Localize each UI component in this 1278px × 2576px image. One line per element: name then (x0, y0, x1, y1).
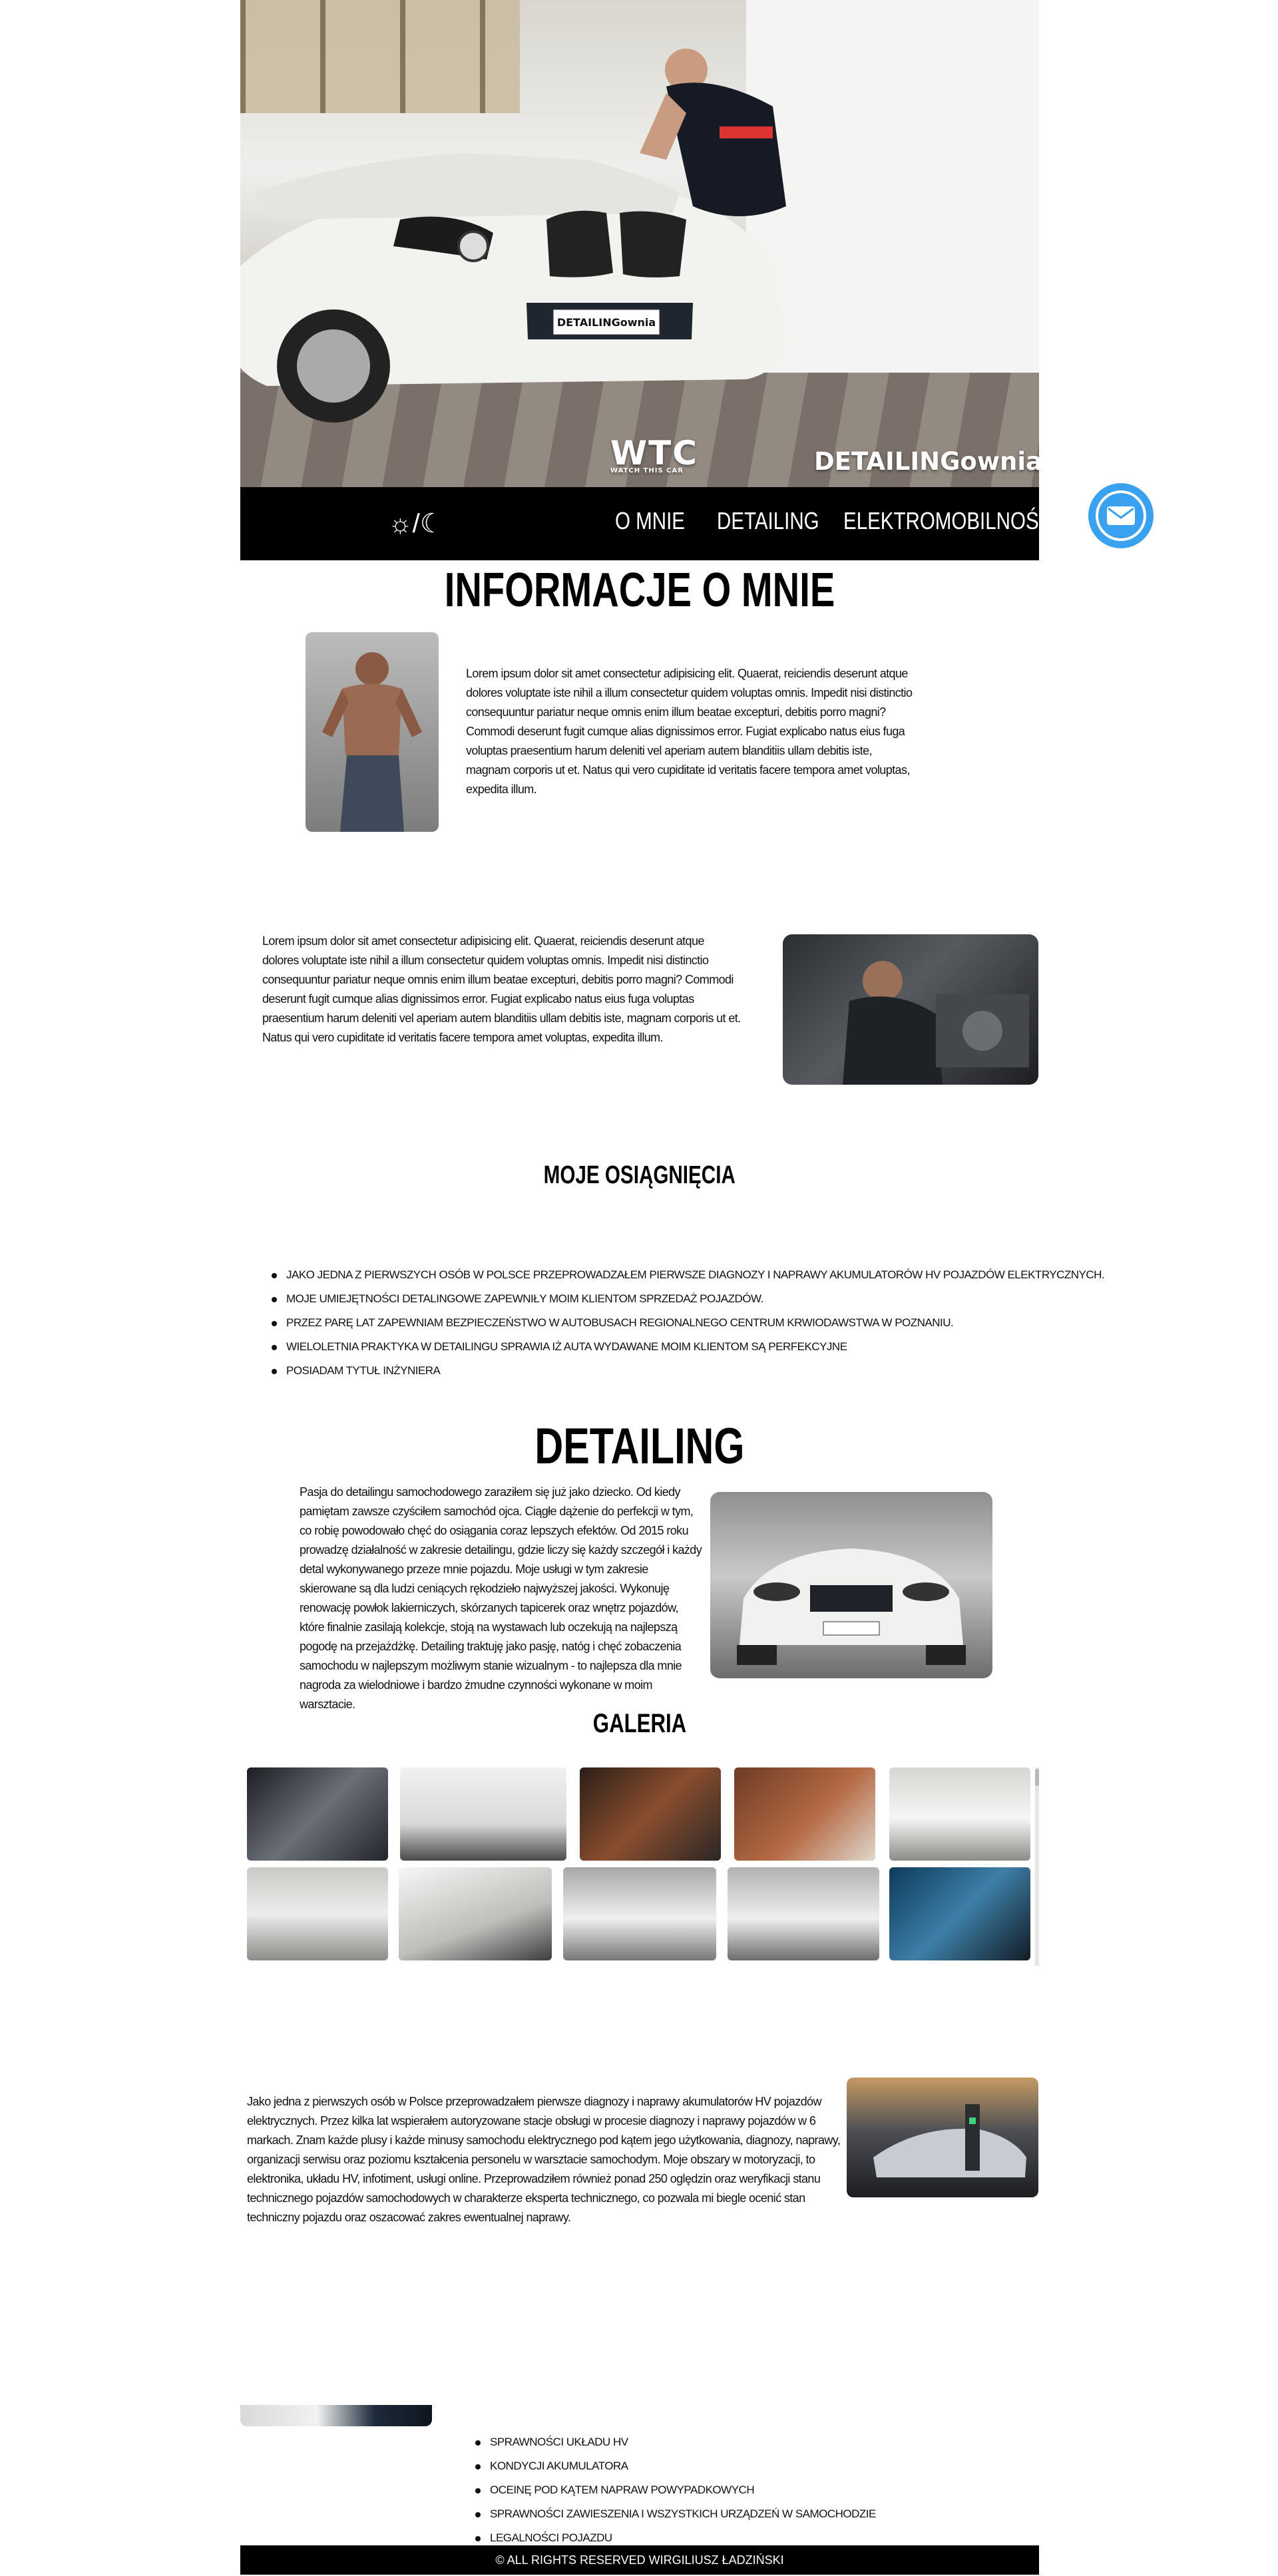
achievements-list: Jako jedna z pierwszych osób w Polsce pr… (266, 1263, 1105, 1383)
achievements-title: MOJE OSIĄGNIĘCIA (543, 1161, 736, 1189)
gallery-image[interactable] (247, 1767, 388, 1861)
gallery-grid[interactable] (240, 1767, 1039, 1966)
detailing-car (737, 1549, 966, 1665)
navbar: ☼/☾ O MNIE DETAILING ELEKTROMOBILNOŚĆ (240, 487, 1053, 560)
gallery-image[interactable] (399, 1867, 552, 1960)
hero-window (240, 0, 520, 113)
achievement-item: Posiadam tytuł inżyniera (266, 1359, 1104, 1383)
plate-text: DETAILINGownia (557, 316, 656, 329)
mail-button[interactable] (1088, 483, 1154, 548)
ev-car (873, 2104, 1026, 2177)
nav-link-elektromobilnosc[interactable]: ELEKTROMOBILNOŚĆ (843, 507, 1053, 535)
gallery-image[interactable] (580, 1767, 721, 1861)
footer: © ALL RIGHTS RESERVED WIRGILIUSZ ŁADZIŃS… (240, 2545, 1039, 2575)
theme-toggle-icon[interactable]: ☼/☾ (388, 508, 444, 539)
wtc-logo: WTC WATCH THIS CAR (610, 434, 698, 474)
detailingownia-logo: DETAILINGownia (814, 447, 1039, 476)
portrait-figure (322, 652, 422, 832)
gallery-image[interactable] (563, 1867, 716, 1960)
vehicle-check-list: Sprawności układu HV Kondycji akumulator… (470, 2430, 876, 2550)
check-item: Sprawności układu HV (470, 2430, 876, 2454)
check-item: Oceinę pod kątem napraw powypadkowych (470, 2478, 876, 2502)
achievement-item: Moje umiejętności detalingowe zapewniły … (266, 1287, 1104, 1311)
check-item: Kondycji akumulatora (470, 2454, 876, 2478)
detailing-title: DETAILING (534, 1418, 745, 1475)
envelope-icon (1096, 490, 1146, 541)
check-item: Sprawności zawieszenia i wszystkich urzą… (470, 2502, 876, 2526)
gallery-image[interactable] (400, 1767, 566, 1861)
detailing-paragraph: Pasja do detailingu samochodowego zarazi… (300, 1485, 702, 1711)
gallery-image[interactable] (728, 1867, 879, 1960)
about-paragraph-2: Lorem ipsum dolor sit amet consectetur a… (262, 934, 741, 1044)
bottom-cropped-photo (240, 2405, 432, 2426)
footer-text: © ALL RIGHTS RESERVED WIRGILIUSZ ŁADZIŃS… (495, 2553, 784, 2567)
achievement-item: Wieloletnia praktyka w detailingu sprawi… (266, 1335, 1104, 1359)
about-portrait (306, 632, 439, 832)
gallery-title: GALERIA (592, 1709, 687, 1738)
hero-person (640, 49, 786, 217)
achievement-item: Jako jedna z pierwszych osób w Polsce pr… (266, 1263, 1105, 1287)
gallery-image[interactable] (734, 1767, 875, 1861)
detailing-car-photo (710, 1492, 992, 1678)
nav-link-o-mnie[interactable]: O MNIE (615, 507, 685, 535)
mechanic-photo (783, 934, 1038, 1085)
gallery-image[interactable] (247, 1867, 388, 1960)
gallery-scrollbar-thumb[interactable] (1035, 1769, 1039, 1786)
gallery-image[interactable] (889, 1767, 1030, 1861)
electromobility-paragraph: Jako jedna z pierwszych osób w Polsce pr… (247, 2095, 841, 2224)
hero-image: DETAILINGownia WTC WATCH THIS CAR DETAIL… (240, 0, 1039, 487)
ev-charger-photo (847, 2078, 1038, 2197)
gallery-scrollbar[interactable] (1035, 1767, 1039, 1966)
achievement-item: Przez parę lat zapewniam bezpieczeństwo … (266, 1311, 1104, 1335)
nav-link-detailing[interactable]: DETAILING (717, 507, 819, 535)
gallery-image[interactable] (889, 1867, 1030, 1960)
about-paragraph-1: Lorem ipsum dolor sit amet consectetur a… (466, 667, 913, 796)
about-title: INFORMACJE O MNIE (444, 564, 835, 617)
mechanic-figure (843, 961, 1029, 1085)
